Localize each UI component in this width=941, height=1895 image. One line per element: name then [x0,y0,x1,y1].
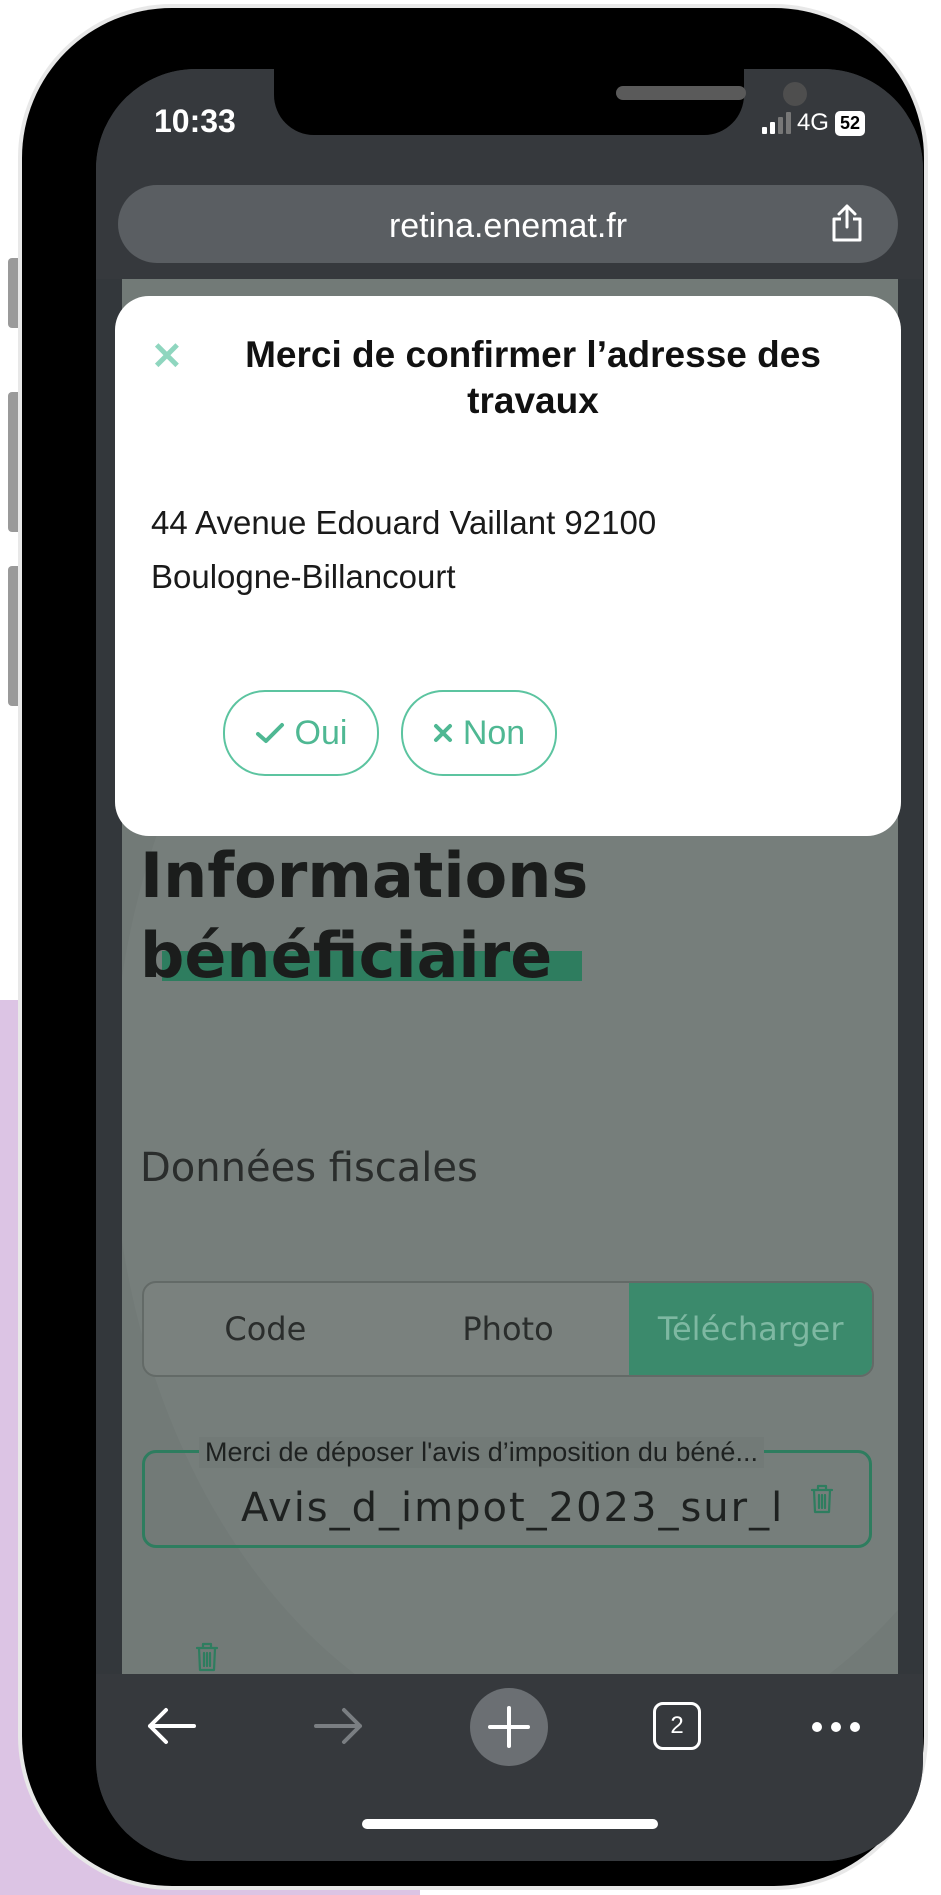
check-icon [255,723,284,743]
confirm-no-button[interactable]: Non [401,690,557,776]
notch [274,69,807,135]
browser-toolbar: retina.enemat.fr [96,179,923,279]
speaker-grille [616,86,746,100]
confirm-no-label: Non [462,713,526,752]
address-confirm-dialog: ✕ Merci de confirmer l’adresse des trava… [115,296,901,836]
home-indicator[interactable] [362,1819,658,1829]
dialog-title: Merci de confirmer l’adresse des travaux [245,334,821,421]
x-icon [433,724,452,742]
tab-photo[interactable]: Photo [387,1283,630,1375]
forward-arrow-icon[interactable] [312,1704,366,1748]
address-line-1: 44 Avenue Edouard Vaillant 92100 [151,504,657,541]
network-type: 4G [796,109,829,136]
phone-volume-down-button [8,566,22,706]
browser-bottom-bar: 2 [96,1674,923,1861]
address-line-2: Boulogne-Billancourt [151,558,456,595]
status-bar: 10:33 4G 52 [96,69,923,179]
trash-icon[interactable] [809,1483,835,1515]
tabs-count-button[interactable]: 2 [653,1702,701,1750]
trash-icon[interactable] [194,1641,220,1673]
phone-mute-switch [8,258,22,328]
tab-code[interactable]: Code [144,1283,387,1375]
tax-notice-upload-field[interactable]: Merci de déposer l'avis d’imposition du … [142,1437,872,1548]
confirm-yes-button[interactable]: Oui [223,690,379,776]
back-arrow-icon[interactable] [144,1704,198,1748]
status-time: 10:33 [154,103,236,139]
front-camera [783,82,807,106]
signal-icon [761,112,791,134]
tab-telecharger[interactable]: Télécharger [629,1283,872,1375]
close-icon[interactable]: ✕ [151,334,183,379]
status-indicators: 4G 52 [761,109,865,137]
section-title: Données fiscales [140,1145,478,1191]
phone-screen: 10:33 4G 52 retina.enemat.fr Information… [96,69,923,1861]
url-text: retina.enemat.fr [388,207,628,245]
new-tab-button[interactable] [470,1688,548,1766]
address-bar[interactable]: retina.enemat.fr [118,185,898,263]
dialog-address: 44 Avenue Edouard Vaillant 92100 Boulogn… [151,496,851,604]
plus-icon [488,1706,530,1748]
battery-icon: 52 [834,110,865,136]
phone-frame: 10:33 4G 52 retina.enemat.fr Information… [22,8,924,1886]
fiscal-input-mode-tabs: Code Photo Télécharger [142,1281,874,1377]
page-title-line1: Informations [140,839,589,912]
uploaded-file-name: Avis_d_impot_2023_sur_l [241,1485,785,1531]
upload-field-label: Merci de déposer l'avis d’imposition du … [199,1437,764,1468]
phone-volume-up-button [8,392,22,532]
confirm-yes-label: Oui [294,713,348,752]
page-title-line2: bénéficiaire [140,919,553,992]
more-menu-icon[interactable] [812,1722,860,1732]
share-icon[interactable] [830,203,864,243]
